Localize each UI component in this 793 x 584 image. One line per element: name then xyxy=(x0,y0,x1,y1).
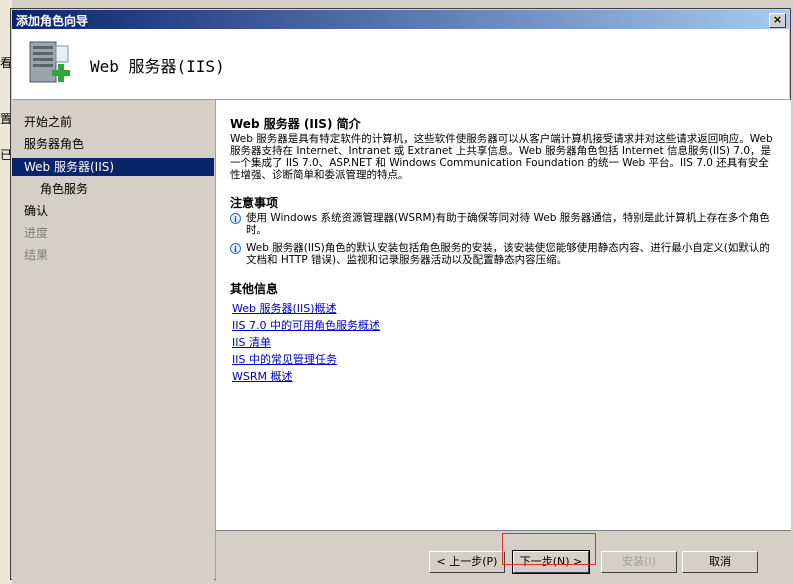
note-item: i Web 服务器(IIS)角色的默认安装包括角色服务的安装，该安装使您能够使用… xyxy=(230,242,775,266)
nav-item-results: 结果 xyxy=(24,248,49,262)
title-bar[interactable]: 添加角色向导 × xyxy=(12,10,789,29)
nav-item-confirmation[interactable]: 确认 xyxy=(12,202,214,220)
close-button[interactable]: × xyxy=(769,13,786,28)
link-iis-checklist[interactable]: IIS 清单 xyxy=(232,334,271,350)
link-wsrm-overview[interactable]: WSRM 概述 xyxy=(232,368,293,384)
nav-item-web-server-iis[interactable]: Web 服务器(IIS) xyxy=(12,158,214,176)
install-button: 安装(I) xyxy=(601,551,677,573)
server-plus-icon xyxy=(29,41,70,83)
page-title: Web 服务器(IIS) xyxy=(90,57,225,76)
note-text: 使用 Windows 系统资源管理器(WSRM)有助于确保等同对待 Web 服务… xyxy=(246,212,770,236)
info-icon: i xyxy=(230,243,241,254)
wizard-header: Web 服务器(IIS) xyxy=(12,29,789,100)
link-web-server-overview[interactable]: Web 服务器(IIS)概述 xyxy=(232,300,337,316)
close-icon: × xyxy=(772,13,783,26)
link-common-admin-tasks[interactable]: IIS 中的常见管理任务 xyxy=(232,351,337,367)
link-available-role-services[interactable]: IIS 7.0 中的可用角色服务概述 xyxy=(232,317,380,333)
add-roles-wizard-window: 添加角色向导 × Web 服务器(IIS) 开始之前 服务器角色 Web 服务器… xyxy=(10,8,791,581)
nav-item-server-roles[interactable]: 服务器角色 xyxy=(12,135,214,153)
highlight-box xyxy=(502,533,596,565)
intro-text: Web 服务器是具有特定软件的计算机，这些软件使服务器可以从客户端计算机接受请求… xyxy=(230,133,773,181)
wizard-steps-nav: 开始之前 服务器角色 Web 服务器(IIS) 角色服务 确认 进度 结果 xyxy=(12,100,214,580)
nav-item-role-services[interactable]: 角色服务 xyxy=(12,180,214,198)
nav-item-progress: 进度 xyxy=(24,226,49,240)
note-item: i 使用 Windows 系统资源管理器(WSRM)有助于确保等同对待 Web … xyxy=(230,212,775,236)
note-text: Web 服务器(IIS)角色的默认安装包括角色服务的安装，该安装使您能够使用静态… xyxy=(246,242,770,266)
window-title: 添加角色向导 xyxy=(16,14,89,28)
cancel-button[interactable]: 取消 xyxy=(682,551,758,573)
notes-heading: 注意事项 xyxy=(230,196,279,210)
content-pane: Web 服务器 (IIS) 简介 Web 服务器是具有特定软件的计算机，这些软件… xyxy=(215,100,791,530)
previous-button[interactable]: < 上一步(P) xyxy=(429,551,505,573)
info-icon: i xyxy=(230,213,241,224)
more-info-heading: 其他信息 xyxy=(230,282,279,296)
nav-item-before-you-begin[interactable]: 开始之前 xyxy=(12,113,214,131)
intro-heading: Web 服务器 (IIS) 简介 xyxy=(230,117,361,131)
